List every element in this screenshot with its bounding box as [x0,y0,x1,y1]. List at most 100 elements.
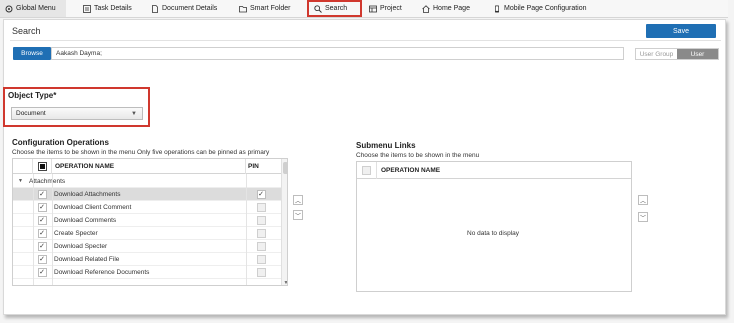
home-icon [422,4,430,13]
table-row[interactable]: ✓ Download Attachments ✓ [13,188,281,201]
operation-name: Download Specter [54,242,108,250]
pin-checkbox[interactable] [256,228,266,238]
pin-checkbox[interactable] [256,267,266,277]
pin-checkbox[interactable]: ✓ [256,189,266,199]
row-checkbox[interactable]: ✓ [37,202,47,212]
row-checkbox[interactable]: ✓ [37,267,47,277]
pin-checkbox[interactable] [256,202,266,212]
table-row[interactable]: ✓ Download Reference Documents [13,266,281,279]
pin-checkbox[interactable] [256,215,266,225]
pin-checkbox[interactable] [256,241,266,251]
config-ops-title: Configuration Operations [12,138,109,147]
object-type-select[interactable]: Document ▼ [11,107,143,120]
tab-global-menu[interactable]: Global Menu [0,0,66,17]
config-ops-subtitle: Choose the items to be shown in the menu… [12,149,270,156]
scrollbar-thumb[interactable] [283,162,287,174]
config-ops-header: OPERATION NAME PIN [13,159,287,174]
move-down-button[interactable]: ﹀ [293,210,303,220]
chevron-down-icon: ﹀ [639,215,646,222]
row-checkbox[interactable]: ✓ [37,215,47,225]
mobile-icon [493,5,501,13]
select-all-checkbox[interactable] [37,162,47,171]
column-divider [33,174,34,285]
tab-smart-folder[interactable]: Smart Folder [234,0,295,17]
col-header-operation-name: OPERATION NAME [52,159,246,174]
config-ops-scrollbar[interactable]: ▼ [281,159,287,285]
toggle-user-group[interactable]: User Group [636,49,677,59]
object-type-section: Object Type* Document ▼ [3,87,150,127]
operation-name: Download Comments [54,216,117,224]
table-row[interactable]: ✓ Download Related File [13,253,281,266]
operation-name: Download Attachments [54,190,121,198]
header-spacer [13,159,33,174]
header-divider [10,40,721,41]
chevron-down-icon: ﹀ [294,213,301,220]
tab-home-page[interactable]: Home Page [417,0,475,17]
search-config-panel: Search Save Browse Aakash Dayma; User Gr… [3,19,726,315]
operation-name: Create Specter [54,229,98,237]
tab-document-details[interactable]: Document Details [146,0,222,17]
object-type-value: Document [16,110,46,117]
table-row[interactable]: ✓ Download Specter [13,240,281,253]
pin-checkbox[interactable] [256,254,266,264]
operation-name: Download Client Comment [54,203,132,211]
column-divider [246,174,247,285]
chevron-up-icon: ︿ [294,198,301,205]
table-row[interactable]: ✓ Create Specter [13,227,281,240]
submenu-grid: OPERATION NAME No data to display [356,161,632,292]
tab-label: Search [325,5,348,12]
row-checkbox[interactable]: ✓ [37,228,47,238]
user-browse-field[interactable]: Aakash Dayma; [51,47,624,60]
submenu-header: OPERATION NAME [357,162,631,179]
save-button[interactable]: Save [646,24,716,38]
tab-label: Task Details [94,5,132,12]
search-icon [314,4,322,13]
gear-circle-icon [5,5,13,13]
chevron-down-icon: ▼ [131,111,137,117]
browse-button[interactable]: Browse [13,47,51,60]
tab-label: Project [380,5,402,12]
tab-label: Smart Folder [250,5,291,12]
table-row[interactable]: ✓ Download Client Comment [13,201,281,214]
document-icon [151,4,159,13]
row-checkbox[interactable]: ✓ [37,189,47,199]
tab-bar: Global Menu Task Details Document Detail… [0,0,728,18]
user-type-toggle: User Group User [635,48,719,60]
page-title: Search [12,26,41,36]
task-list-icon [83,4,91,13]
scroll-down-arrow-icon[interactable]: ▼ [282,280,287,285]
tab-label: Global Menu [16,5,56,12]
column-divider [52,174,53,285]
submenu-move-down-button[interactable]: ﹀ [638,212,648,222]
chevron-up-icon: ︿ [639,198,646,205]
submenu-title: Submenu Links [356,141,416,150]
col-header-operation-name: OPERATION NAME [381,167,441,174]
submenu-move-up-button[interactable]: ︿ [638,195,648,205]
group-row-attachments[interactable]: ▼ Attachments [13,175,281,188]
col-header-pin: PIN [248,163,259,170]
tab-project[interactable]: Project [364,0,407,17]
folder-icon [239,5,247,13]
object-type-label: Object Type* [8,91,57,100]
operation-name: Download Reference Documents [54,268,150,276]
tab-label: Home Page [433,5,470,12]
project-icon [369,5,377,13]
tab-label: Mobile Page Configuration [504,5,587,12]
toggle-user[interactable]: User [677,49,718,59]
group-label: Attachments [29,177,66,185]
tab-task-details[interactable]: Task Details [78,0,137,17]
tab-mobile-page-configuration[interactable]: Mobile Page Configuration [488,0,592,17]
table-row[interactable]: ✓ Download Comments [13,214,281,227]
config-ops-grid: OPERATION NAME PIN ▼ Attachments ✓ Downl… [12,158,288,286]
move-up-button[interactable]: ︿ [293,195,303,205]
tab-search[interactable]: Search [307,0,362,17]
row-checkbox[interactable]: ✓ [37,241,47,251]
empty-state-text: No data to display [467,230,520,237]
submenu-select-all-checkbox[interactable] [362,166,371,175]
operation-name: Download Related File [54,255,120,263]
collapse-triangle-icon[interactable]: ▼ [18,178,23,184]
submenu-select-all-cell [357,162,377,179]
row-checkbox[interactable]: ✓ [37,254,47,264]
select-all-cell [33,159,52,174]
submenu-subtitle: Choose the items to be shown in the menu [356,152,480,159]
